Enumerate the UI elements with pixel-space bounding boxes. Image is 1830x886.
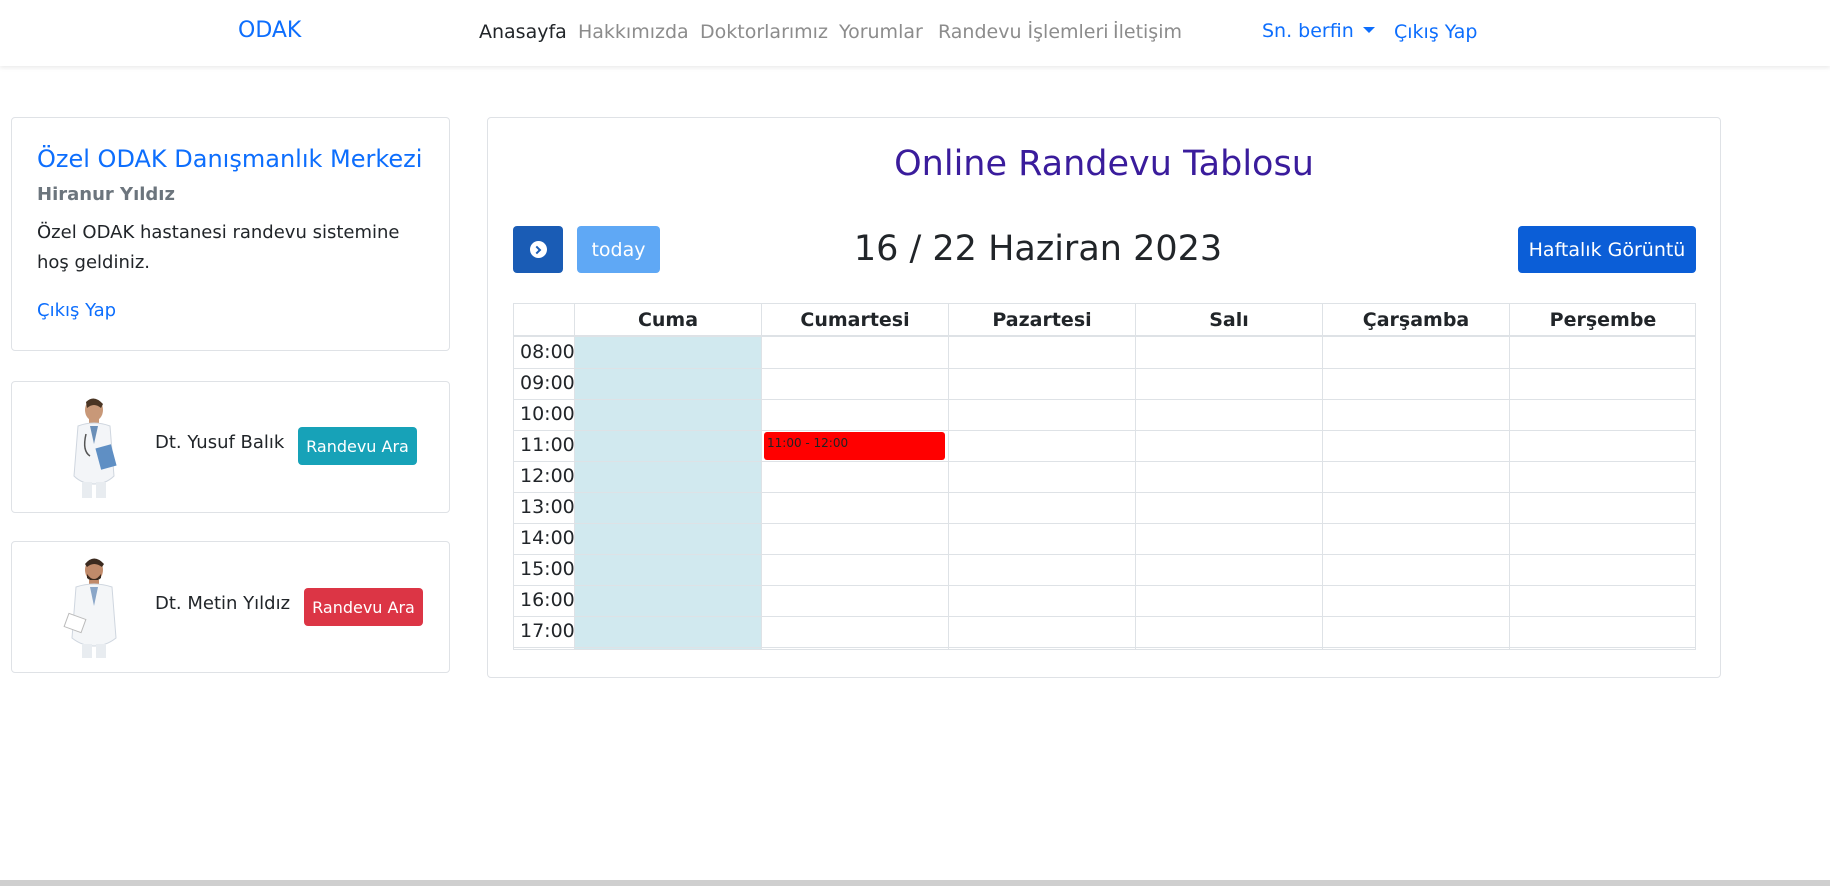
horizontal-scrollbar[interactable]	[0, 880, 1830, 886]
nav-link-doktorlarimiz[interactable]: Doktorlarımız	[700, 21, 828, 43]
day-header-cumartesi: Cumartesi	[761, 304, 948, 335]
doctor-card: Dt. Yusuf Balık Randevu Ara	[11, 381, 450, 513]
day-header-cuma: Cuma	[574, 304, 761, 335]
grid-row-divider	[514, 399, 1695, 400]
time-slot-label: 14:00	[520, 527, 575, 549]
time-slot-label: 09:00	[520, 372, 575, 394]
weekly-view-button[interactable]: Haftalık Görüntü	[1518, 226, 1696, 273]
time-slot-label: 10:00	[520, 403, 575, 425]
grid-row-divider	[514, 616, 1695, 617]
grid-row-divider	[514, 492, 1695, 493]
grid-row-divider	[514, 585, 1695, 586]
navbar: ODAK Anasayfa Hakkımızda Doktorlarımız Y…	[0, 0, 1830, 66]
today-column-highlight	[575, 337, 761, 649]
info-title: Özel ODAK Danışmanlık Merkezi	[37, 145, 423, 173]
date-range-title: 16 / 22 Haziran 2023	[853, 229, 1223, 269]
calendar-title: Online Randevu Tablosu	[894, 144, 1314, 184]
info-card: Özel ODAK Danışmanlık Merkezi Hiranur Yı…	[11, 117, 450, 351]
appointment-event[interactable]: 11:00 - 12:00	[764, 432, 945, 460]
grid-row-divider	[514, 554, 1695, 555]
chevron-right-icon	[529, 241, 547, 258]
info-subtitle: Hiranur Yıldız	[37, 184, 175, 205]
user-name: Sn. berfin	[1262, 20, 1354, 42]
nav-link-iletisim[interactable]: İletişim	[1113, 21, 1182, 43]
day-header-pazartesi: Pazartesi	[948, 304, 1135, 335]
nav-link-anasayfa[interactable]: Anasayfa	[479, 21, 567, 43]
day-header-sali: Salı	[1135, 304, 1322, 335]
nav-link-yorumlar[interactable]: Yorumlar	[839, 21, 923, 43]
caret-down-icon	[1362, 26, 1375, 33]
time-slot-label: 17:00	[520, 620, 575, 642]
next-week-button[interactable]	[513, 226, 563, 273]
day-header-persembe: Perşembe	[1509, 304, 1696, 335]
grid-row-divider	[514, 523, 1695, 524]
info-logout-link[interactable]: Çıkış Yap	[37, 300, 116, 321]
randevu-ara-button[interactable]: Randevu Ara	[304, 588, 423, 626]
randevu-ara-button[interactable]: Randevu Ara	[298, 427, 417, 465]
calendar-grid: Cuma Cumartesi Pazartesi Salı Çarşamba Perşem…	[513, 303, 1696, 650]
nav-link-hakkimizda[interactable]: Hakkımızda	[578, 21, 689, 43]
doctor-photo	[63, 558, 117, 658]
time-slot-label: 15:00	[520, 558, 575, 580]
header-divider	[514, 335, 1695, 337]
calendar-card: Online Randevu Tablosu today 16 / 22 Haz…	[487, 117, 1721, 678]
navbar-logout-link[interactable]: Çıkış Yap	[1394, 21, 1477, 43]
grid-row-divider	[514, 461, 1695, 462]
time-slot-label: 08:00	[520, 341, 575, 363]
day-header-carsamba: Çarşamba	[1322, 304, 1509, 335]
brand-logo[interactable]: ODAK	[238, 18, 301, 43]
grid-row-divider	[514, 647, 1695, 648]
doctor-name: Dt. Yusuf Balık	[155, 432, 285, 453]
user-dropdown[interactable]: Sn. berfin	[1262, 20, 1375, 42]
info-text: Özel ODAK hastanesi randevu sistemine ho…	[37, 222, 400, 273]
time-slot-label: 12:00	[520, 465, 575, 487]
doctor-name: Dt. Metin Yıldız	[155, 593, 291, 614]
doctor-photo	[73, 398, 117, 498]
doctor-card: Dt. Metin Yıldız Randevu Ara	[11, 541, 450, 673]
today-button[interactable]: today	[577, 226, 660, 273]
time-slot-label: 11:00	[520, 434, 575, 456]
time-slot-label: 16:00	[520, 589, 575, 611]
grid-row-divider	[514, 368, 1695, 369]
grid-row-divider	[514, 430, 1695, 431]
time-slot-label: 13:00	[520, 496, 575, 518]
nav-link-randevu-islemleri[interactable]: Randevu İşlemleri	[938, 21, 1109, 43]
